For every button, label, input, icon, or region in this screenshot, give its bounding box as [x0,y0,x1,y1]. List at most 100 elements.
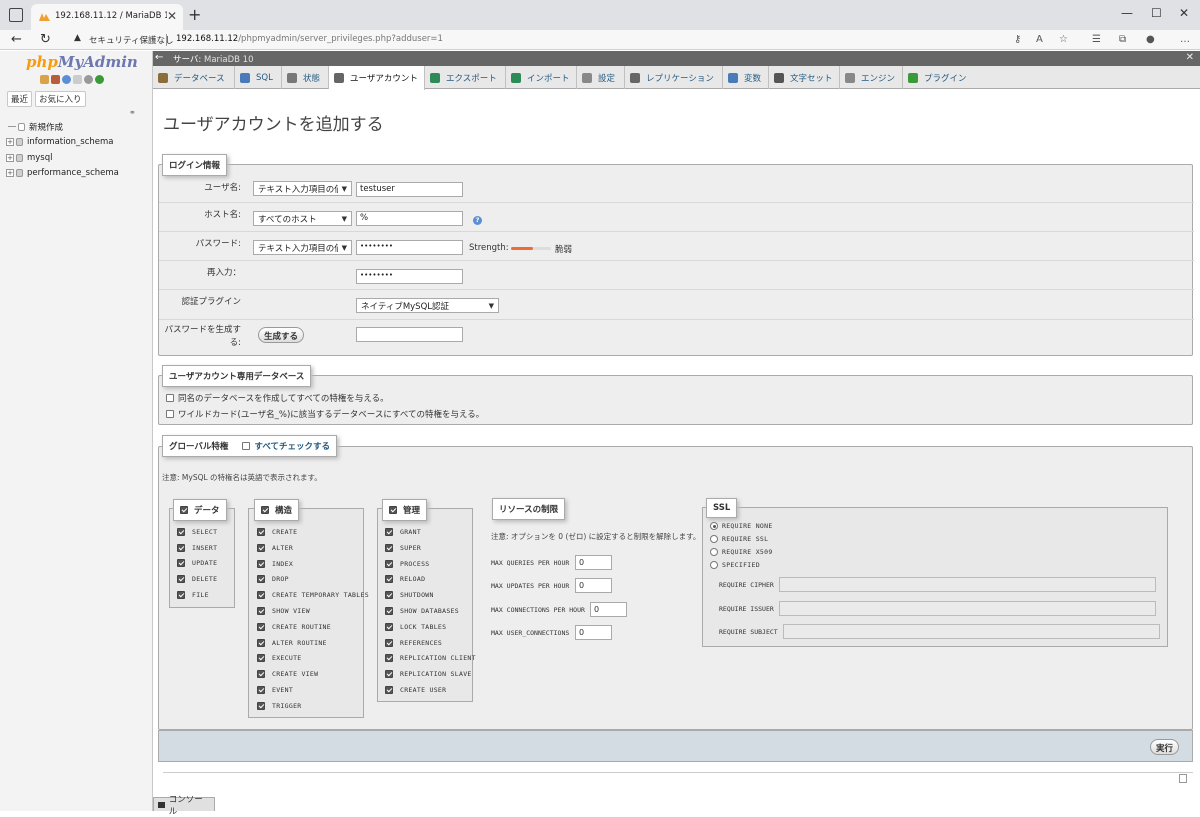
tab-charsets[interactable]: 文字セット [769,66,840,89]
check-all-option[interactable]: すべてチェックする [242,440,330,452]
privilege-checkbox[interactable] [385,638,393,647]
ssl-radio[interactable] [710,535,718,543]
privilege-checkbox[interactable] [177,543,185,552]
tab-databases[interactable]: データベース [153,66,235,89]
help-icon[interactable]: ? [473,216,482,225]
ssl-option-require-none[interactable]: REQUIRE NONE [710,522,773,530]
privilege-checkbox[interactable] [385,575,393,584]
docs-icon[interactable] [73,75,82,84]
privilege-create-user[interactable]: CREATE USER [385,686,446,694]
reenter-input[interactable]: •••••••• [356,269,463,284]
resource-limit-input[interactable]: 0 [575,555,612,570]
privilege-file[interactable]: FILE [177,590,209,599]
recent-button[interactable]: 最近 [7,91,33,107]
expand-icon[interactable]: + [6,138,14,147]
privilege-super[interactable]: SUPER [385,543,421,552]
resource-limit-input[interactable]: 0 [590,601,627,617]
generated-password-input[interactable] [356,327,463,342]
privilege-trigger[interactable]: TRIGGER [257,701,302,710]
privilege-process[interactable]: PROCESS [385,559,430,568]
privilege-update[interactable]: UPDATE [177,559,217,568]
privilege-checkbox[interactable] [257,670,265,679]
ssl-radio[interactable] [710,561,718,569]
link-with-main-icon[interactable]: ⚭ [129,108,136,117]
warning-icon[interactable]: ▲ [74,33,81,43]
tab-actions-icon[interactable] [9,8,23,22]
username-mode-select[interactable]: テキスト入力項目の値 ▼ [253,181,352,196]
privilege-checkbox[interactable] [257,686,265,694]
privilege-create-routine[interactable]: CREATE ROUTINE [257,622,331,631]
data-group-checkbox[interactable] [180,506,188,514]
tree-item-information-schema[interactable]: + information_schema [6,135,119,151]
privilege-show-databases[interactable]: SHOW DATABASES [385,607,459,615]
admin-group-checkbox[interactable] [389,506,397,514]
host-mode-select[interactable]: すべてのホスト ▼ [253,211,352,226]
privilege-reload[interactable]: RELOAD [385,575,425,584]
privilege-grant[interactable]: GRANT [385,528,421,536]
auth-plugin-select[interactable]: ネイティブMySQL認証 ▼ [356,298,499,313]
privilege-checkbox[interactable] [385,543,393,552]
privilege-drop[interactable]: DROP [257,575,289,584]
key-icon[interactable]: ⚷ [1014,34,1021,45]
ssl-radio[interactable] [710,522,718,530]
tab-sql[interactable]: SQL [235,66,282,89]
close-bar-icon[interactable]: ✕ [1186,52,1194,63]
wildcard-db-option[interactable]: ワイルドカード(ユーザ名_%)に該当するデータベースにすべての特権を与える。 [166,408,484,420]
privilege-checkbox[interactable] [385,559,393,568]
privilege-delete[interactable]: DELETE [177,575,217,584]
new-tab-icon[interactable]: + [188,5,201,24]
profile-avatar[interactable]: ● [1146,34,1155,45]
privilege-replication-client[interactable]: REPLICATION CLIENT [385,654,476,663]
tab-status[interactable]: 状態 [282,66,329,89]
privilege-checkbox[interactable] [257,575,265,584]
privilege-checkbox[interactable] [257,528,265,536]
check-all-checkbox[interactable] [242,442,251,450]
privilege-alter[interactable]: ALTER [257,543,293,552]
back-icon[interactable]: ← [11,32,22,47]
exit-icon[interactable] [51,75,60,84]
window-close-icon[interactable]: ✕ [1179,6,1189,20]
collections-icon[interactable]: ⧉ [1119,34,1126,45]
settings-icon[interactable] [84,75,93,84]
privilege-checkbox[interactable] [177,590,185,599]
privilege-checkbox[interactable] [177,528,185,536]
wildcard-db-checkbox[interactable] [166,410,174,418]
create-same-name-db-option[interactable]: 同名のデータベースを作成してすべての特権を与える。 [166,392,389,404]
privilege-replication-slave[interactable]: REPLICATION SLAVE [385,670,472,679]
password-input[interactable]: •••••••• [356,240,463,255]
privilege-references[interactable]: REFERENCES [385,638,442,647]
ssl-option-require-x509[interactable]: REQUIRE X509 [710,548,773,556]
privilege-alter-routine[interactable]: ALTER ROUTINE [257,638,327,647]
tab-replication[interactable]: レプリケーション [625,66,723,89]
read-aloud-icon[interactable]: A [1036,34,1043,45]
home-icon[interactable] [40,75,49,84]
ssl-option-require-ssl[interactable]: REQUIRE SSL [710,535,768,543]
structure-group-checkbox[interactable] [261,506,269,514]
security-status[interactable]: セキュリティ保護なし [89,34,174,46]
ssl-field-input[interactable] [783,624,1160,639]
host-input[interactable]: % [356,211,463,226]
browser-tab[interactable]: 192.168.11.12 / MariaDB 10 | php ✕ [31,4,183,30]
tab-user-accounts[interactable]: ユーザアカウント [329,66,425,90]
help-icon[interactable] [62,75,71,84]
privilege-checkbox[interactable] [257,591,265,600]
server-label[interactable]: サーバ: MariaDB 10 [173,53,254,65]
privilege-checkbox[interactable] [257,638,265,647]
phpmyadmin-logo[interactable]: phpMyAdmin [26,53,138,71]
tree-item-mysql[interactable]: + mysql [6,150,119,166]
ssl-field-input[interactable] [779,577,1156,592]
console-toggle[interactable]: コンソール [153,795,215,817]
tab-import[interactable]: インポート [506,66,577,89]
ssl-radio[interactable] [710,548,718,556]
resource-limit-input[interactable]: 0 [575,578,612,594]
privilege-create-view[interactable]: CREATE VIEW [257,670,318,679]
ssl-option-specified[interactable]: SPECIFIED [710,561,760,569]
privilege-checkbox[interactable] [385,528,393,536]
resource-limit-input[interactable]: 0 [575,624,612,640]
privilege-event[interactable]: EVENT [257,686,293,694]
tree-item-new[interactable]: 新規作成 [6,119,119,135]
expand-icon[interactable]: + [6,169,14,178]
tab-engines[interactable]: エンジン [840,66,903,89]
favorites-list-icon[interactable]: ☰ [1092,34,1101,45]
privilege-checkbox[interactable] [257,543,265,552]
